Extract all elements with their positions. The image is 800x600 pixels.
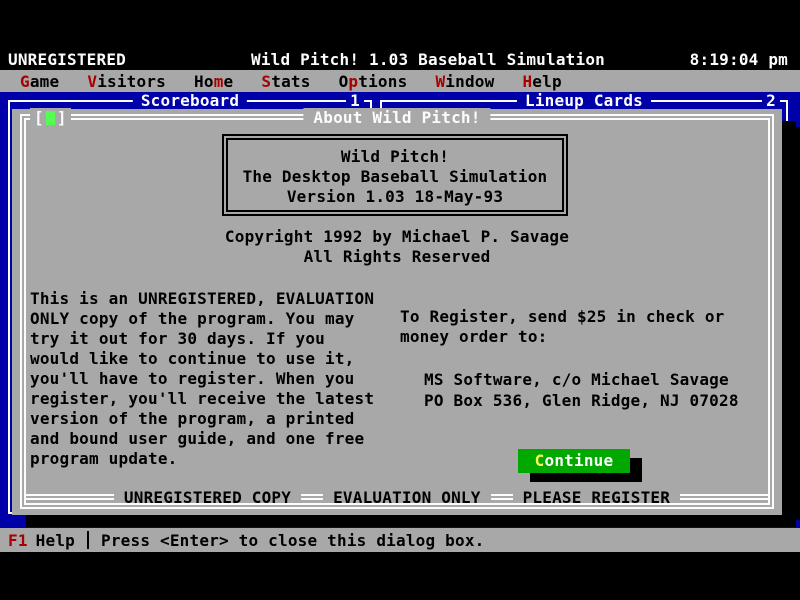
- status-bar: F1 Help Press <Enter> to close this dial…: [0, 528, 800, 552]
- menu-window-hotkey: W: [435, 72, 445, 91]
- program-version: Version 1.03 18-May-93: [228, 187, 562, 207]
- clock: 8:19:04 pm: [648, 50, 788, 69]
- footer-line: [680, 494, 768, 500]
- f1-help-label[interactable]: Help: [36, 531, 75, 550]
- copyright-text: Copyright 1992 by Michael P. Savage All …: [12, 227, 782, 267]
- dialog-close-button[interactable]: [ ]: [30, 108, 71, 127]
- menu-visitors-hotkey: V: [87, 72, 97, 91]
- dialog-footer-rule: UNREGISTERED COPY EVALUATION ONLY PLEASE…: [26, 487, 768, 507]
- lineup-window-shadow: [788, 127, 800, 520]
- footer-unregistered-copy: UNREGISTERED COPY: [124, 488, 291, 507]
- about-dialog: [ ] About Wild Pitch! Wild Pitch! The De…: [12, 109, 782, 515]
- footer-line: [491, 494, 513, 500]
- register-instructions: To Register, send $25 in check or money …: [400, 307, 724, 347]
- menu-help[interactable]: Help: [508, 72, 575, 91]
- menu-stats[interactable]: Stats: [247, 72, 324, 91]
- app-title: Wild Pitch! 1.03 Baseball Simulation: [208, 50, 648, 69]
- menu-game[interactable]: Game: [6, 72, 73, 91]
- scoreboard-window-title: Scoreboard: [133, 92, 247, 110]
- menu-options-hotkey: p: [348, 72, 358, 91]
- menu-game-hotkey: G: [20, 72, 30, 91]
- menu-window[interactable]: Window: [421, 72, 508, 91]
- lineup-cards-window-number: 2: [762, 92, 780, 110]
- f1-help-hotkey[interactable]: F1: [8, 531, 28, 550]
- menu-options[interactable]: Options: [325, 72, 422, 91]
- menu-home-hotkey: m: [214, 72, 224, 91]
- continue-button-hotkey: C: [535, 451, 545, 470]
- evaluation-notice-text: This is an UNREGISTERED, EVALUATION ONLY…: [30, 289, 374, 469]
- menu-home[interactable]: Home: [180, 72, 247, 91]
- status-separator: [87, 531, 89, 549]
- menu-visitors[interactable]: Visitors: [73, 72, 180, 91]
- program-tagline: The Desktop Baseball Simulation: [228, 167, 562, 187]
- registration-status: UNREGISTERED: [8, 50, 208, 69]
- program-info-box: Wild Pitch! The Desktop Baseball Simulat…: [222, 134, 568, 216]
- footer-line: [26, 494, 114, 500]
- lineup-cards-window-title: Lineup Cards: [517, 92, 651, 110]
- menu-bar: Game Visitors Home Stats Options Window …: [0, 70, 800, 92]
- app-title-bar: UNREGISTERED Wild Pitch! 1.03 Baseball S…: [0, 48, 800, 70]
- dialog-title: About Wild Pitch!: [303, 108, 490, 127]
- desktop: Scoreboard 1 Lineup Cards 2 [ ] About Wi…: [0, 92, 800, 528]
- continue-button[interactable]: Continue: [518, 449, 630, 473]
- footer-evaluation-only: EVALUATION ONLY: [333, 488, 481, 507]
- footer-line: [301, 494, 323, 500]
- close-icon: [46, 111, 55, 125]
- dos-screen: UNREGISTERED Wild Pitch! 1.03 Baseball S…: [0, 48, 800, 552]
- menu-help-hotkey: H: [522, 72, 532, 91]
- footer-please-register: PLEASE REGISTER: [523, 488, 671, 507]
- status-message: Press <Enter> to close this dialog box.: [101, 531, 484, 550]
- menu-stats-hotkey: S: [261, 72, 271, 91]
- register-address: MS Software, c/o Michael Savage PO Box 5…: [424, 369, 739, 411]
- program-name: Wild Pitch!: [228, 147, 562, 167]
